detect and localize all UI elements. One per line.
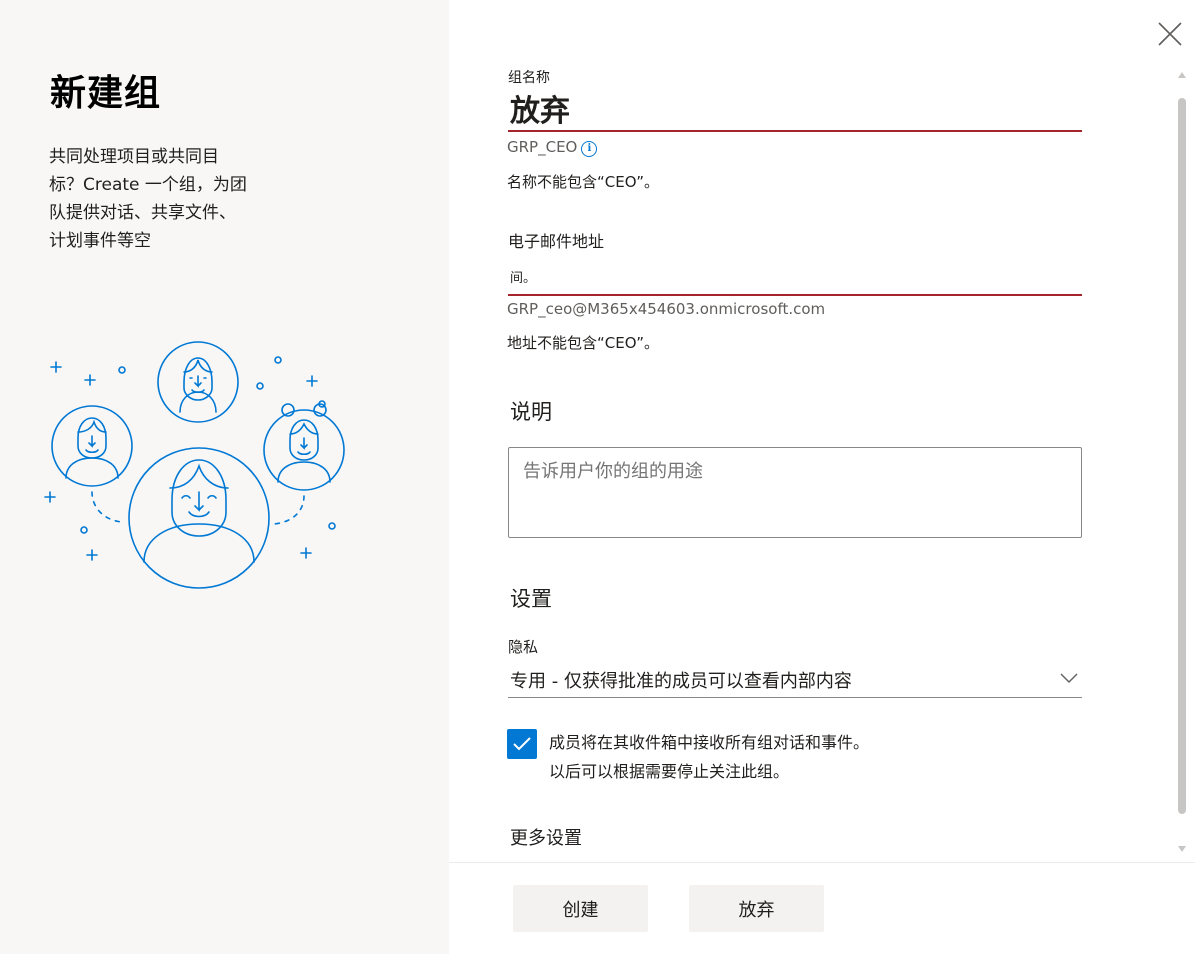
people-illustration (44, 341, 345, 589)
create-button[interactable]: 创建 (513, 885, 648, 932)
close-icon[interactable] (1156, 20, 1184, 48)
chevron-down-icon (1060, 673, 1078, 683)
privacy-label: 隐私 (508, 638, 539, 656)
email-address-hint: GRP_ceo@M365x454603.onmicrosoft.com (507, 300, 826, 318)
group-alias-hint: GRP_CEO i (507, 138, 598, 157)
checkmark-icon (513, 737, 531, 751)
privacy-dropdown[interactable]: 专用 - 仅获得批准的成员可以查看内部内容 (508, 664, 1082, 698)
more-settings-link[interactable]: 更多设置 (510, 824, 582, 850)
alias-text: GRP_CEO (507, 138, 578, 156)
discard-button[interactable]: 放弃 (689, 885, 824, 932)
scroll-up-arrow[interactable] (1178, 72, 1186, 78)
privacy-selected-value: 专用 - 仅获得批准的成员可以查看内部内容 (510, 671, 852, 692)
subscribe-checkbox[interactable] (507, 729, 537, 759)
scroll-thumb[interactable] (1178, 98, 1186, 814)
group-name-error: 名称不能包含“CEO”。 (507, 173, 660, 191)
info-icon[interactable]: i (581, 141, 598, 157)
group-name-label: 组名称 (508, 70, 550, 86)
settings-heading: 设置 (510, 587, 552, 611)
left-panel: 新建组 共同处理项目或共同目标？Create 一个组，为团队提供对话、共享文件、… (0, 0, 449, 954)
panel-description: 共同处理项目或共同目标？Create 一个组，为团队提供对话、共享文件、计划事件… (49, 147, 247, 251)
description-heading: 说明 (510, 400, 552, 424)
subscribe-label: 成员将在其收件箱中接收所有组对话和事件。以后可以根据需要停止关注此组。 (549, 733, 870, 781)
email-input[interactable] (508, 258, 1082, 296)
scrollbar[interactable] (1175, 66, 1189, 862)
email-label: 电子邮件地址 (508, 232, 605, 251)
footer-divider (449, 862, 1195, 863)
group-name-input[interactable] (508, 86, 1082, 132)
description-textarea[interactable] (508, 447, 1082, 538)
email-error: 地址不能包含“CEO”。 (507, 334, 660, 352)
scroll-down-arrow[interactable] (1178, 846, 1186, 852)
page-title: 新建组 (50, 73, 162, 114)
